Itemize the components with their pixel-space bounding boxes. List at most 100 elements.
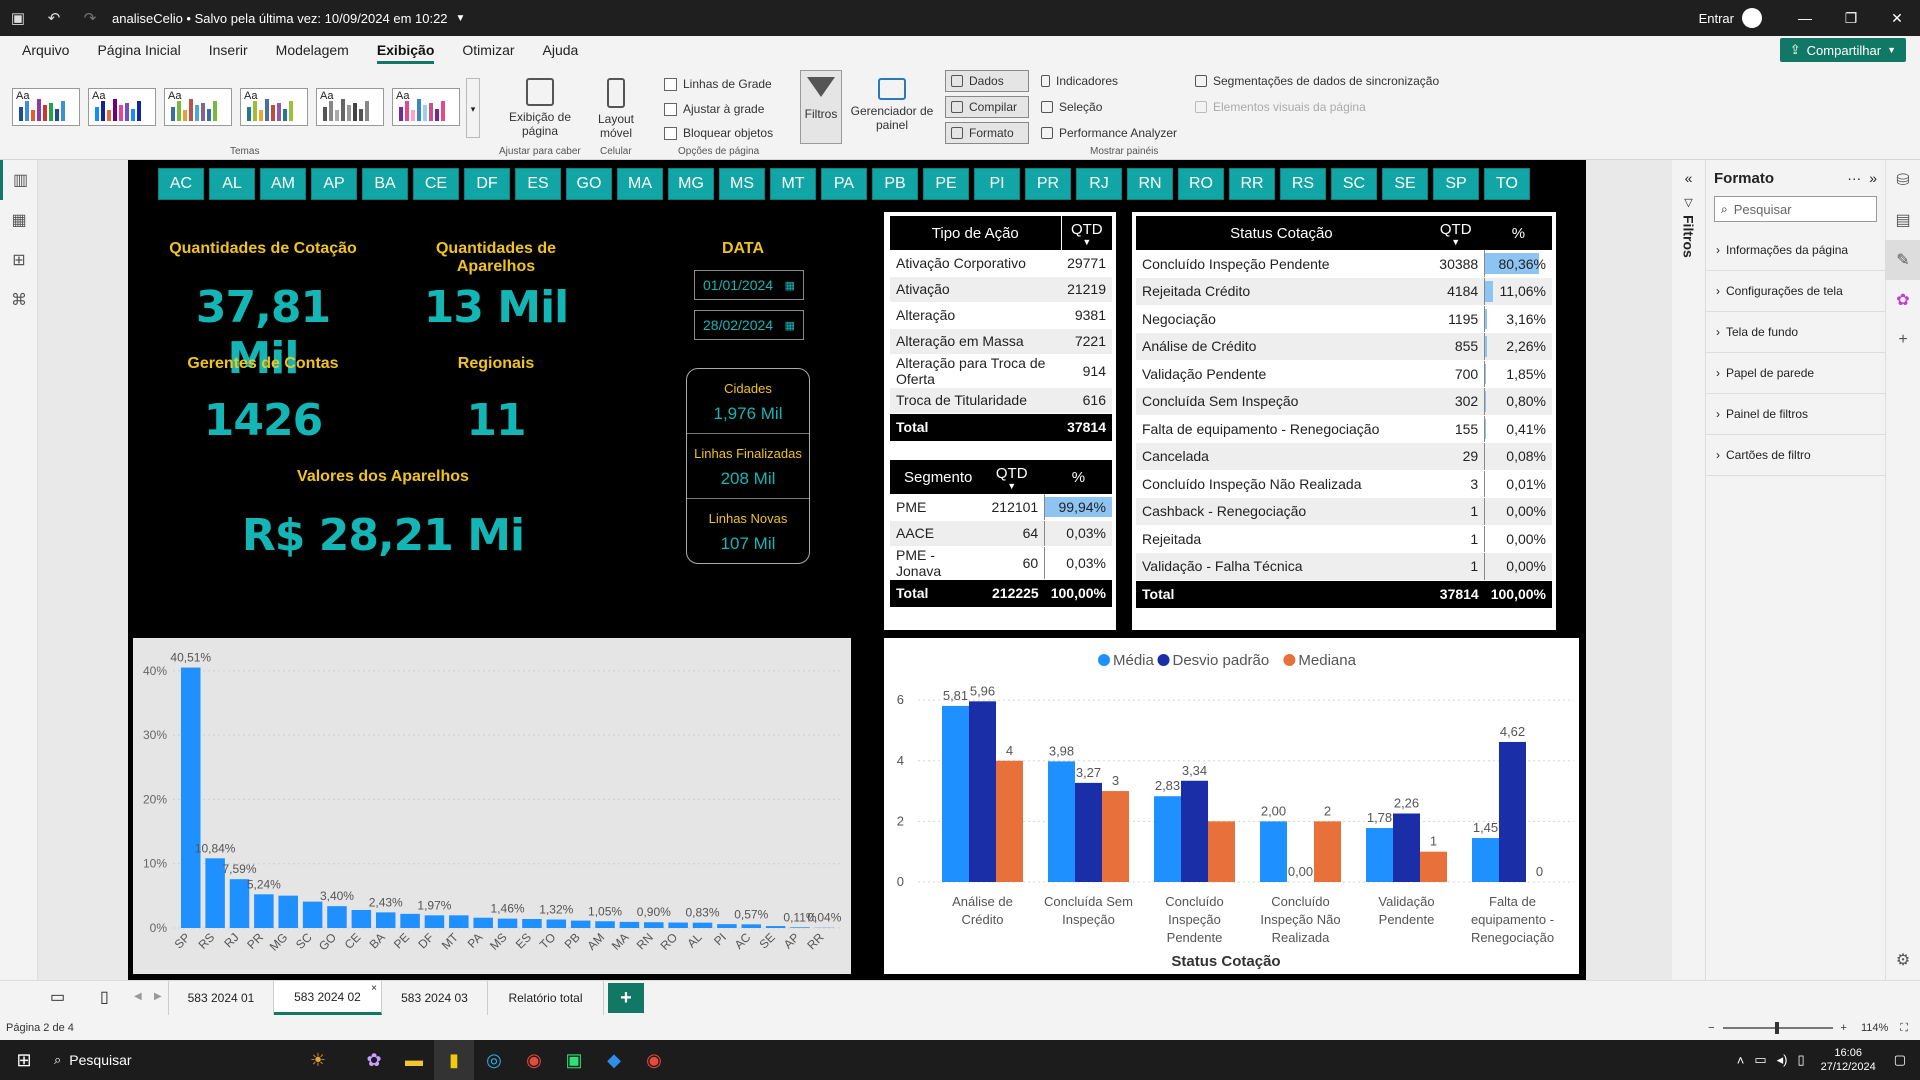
close-button[interactable]: ✕ bbox=[1874, 0, 1920, 36]
bar[interactable] bbox=[546, 919, 567, 928]
theme-thumbnail[interactable]: Aa bbox=[164, 88, 232, 126]
table-row[interactable]: Ativação Corporativo 29771 bbox=[890, 250, 1112, 277]
bar[interactable] bbox=[302, 901, 323, 928]
add-page-button[interactable]: + bbox=[608, 983, 644, 1013]
table-row[interactable]: Falta de equipamento - Renegociação 155 0,… bbox=[1136, 415, 1552, 443]
state-button-pe[interactable]: PE bbox=[923, 168, 969, 200]
end-date-input[interactable]: 28/02/2024 ▦ bbox=[694, 310, 804, 340]
bar[interactable] bbox=[1314, 821, 1341, 882]
chrome-icon[interactable]: ◉ bbox=[514, 1040, 554, 1080]
page-tab-active[interactable]: 583 2024 02 × bbox=[274, 981, 382, 1015]
state-button-rr[interactable]: RR bbox=[1229, 168, 1275, 200]
model-view-icon[interactable]: ⊞ bbox=[0, 240, 38, 280]
legend-label[interactable]: Mediana bbox=[1298, 652, 1356, 669]
bar[interactable] bbox=[351, 910, 372, 928]
bar[interactable] bbox=[619, 921, 640, 928]
calendar-widget-icon[interactable]: ☀ bbox=[298, 1040, 338, 1080]
state-button-rj[interactable]: RJ bbox=[1076, 168, 1122, 200]
bar[interactable] bbox=[1499, 741, 1526, 882]
bar[interactable] bbox=[790, 927, 810, 928]
status-header-qtd[interactable]: QTD ▼ bbox=[1426, 216, 1485, 250]
state-button-mt[interactable]: MT bbox=[770, 168, 816, 200]
dax-query-icon[interactable]: ⌘ bbox=[0, 280, 38, 320]
table-row[interactable]: Análise de Crédito 855 2,26% bbox=[1136, 332, 1552, 361]
menu-arquivo[interactable]: Arquivo bbox=[8, 36, 83, 64]
start-date-input[interactable]: 01/01/2024 ▦ bbox=[694, 270, 804, 300]
copilot-taskbar-icon[interactable]: ✿ bbox=[354, 1040, 394, 1080]
format-section[interactable]: › Painel de filtros bbox=[1706, 394, 1885, 435]
state-button-sp[interactable]: SP bbox=[1433, 168, 1479, 200]
table-row[interactable]: Concluída Sem Inspeção 302 0,80% bbox=[1136, 387, 1552, 416]
desktop-layout-icon[interactable]: ▭ bbox=[50, 987, 65, 1007]
bookmarks-button[interactable]: Indicadores bbox=[1036, 70, 1123, 92]
chevron-down-icon[interactable]: ▼ bbox=[456, 13, 466, 24]
bar[interactable] bbox=[644, 922, 664, 928]
bar[interactable] bbox=[969, 701, 996, 882]
state-button-ap[interactable]: AP bbox=[311, 168, 357, 200]
pycharm-icon[interactable]: ▣ bbox=[554, 1040, 594, 1080]
table-row[interactable]: Troca de Titularidade 616 bbox=[890, 387, 1112, 414]
menu-modelagem[interactable]: Modelagem bbox=[262, 36, 363, 64]
table-row[interactable]: Concluído Inspeção Pendente 30388 80,36% bbox=[1136, 250, 1552, 278]
bar[interactable] bbox=[942, 705, 969, 882]
mobile-layout-button[interactable]: Layout móvel bbox=[592, 78, 640, 140]
bar[interactable] bbox=[765, 926, 786, 928]
zoom-thumb[interactable] bbox=[1774, 1022, 1779, 1034]
state-button-pa[interactable]: PA bbox=[821, 168, 867, 200]
page-tab[interactable]: 583 2024 01 bbox=[168, 981, 274, 1015]
bar[interactable] bbox=[1472, 838, 1499, 882]
zoom-out-icon[interactable]: − bbox=[1708, 1022, 1714, 1034]
data-pane-button[interactable]: Dados bbox=[945, 70, 1029, 92]
bar[interactable] bbox=[327, 906, 347, 928]
table-row[interactable]: Alteração 9381 bbox=[890, 302, 1112, 329]
table-row[interactable]: Validação - Falha Técnica 1 0,00% bbox=[1136, 552, 1552, 581]
theme-thumbnail[interactable]: Aa bbox=[240, 88, 308, 126]
state-button-ac[interactable]: AC bbox=[158, 168, 204, 200]
page-tab[interactable]: 583 2024 03 bbox=[382, 981, 488, 1015]
zoom-value[interactable]: 114% bbox=[1861, 1022, 1888, 1034]
panel-manager-button[interactable]: Gerenciador de painel bbox=[848, 78, 936, 132]
mobile-layout-icon[interactable]: ▯ bbox=[100, 987, 109, 1007]
bar[interactable] bbox=[1102, 791, 1129, 882]
state-button-sc[interactable]: SC bbox=[1331, 168, 1377, 200]
bar[interactable] bbox=[181, 667, 201, 928]
table-row[interactable]: PME 212101 99,94% bbox=[890, 494, 1112, 521]
table-row[interactable]: Concluído Inspeção Não Realizada 3 0,01% bbox=[1136, 470, 1552, 498]
menu-inserir[interactable]: Inserir bbox=[195, 36, 262, 64]
bar[interactable] bbox=[570, 920, 591, 928]
bar[interactable] bbox=[497, 918, 518, 928]
expand-icon[interactable]: « bbox=[1672, 170, 1705, 186]
table-row[interactable]: Alteração para Troca de Oferta 914 bbox=[890, 354, 1112, 388]
state-button-pb[interactable]: PB bbox=[872, 168, 918, 200]
fit-page-icon[interactable]: ⛶ bbox=[1900, 1022, 1908, 1035]
table-row[interactable]: Ativação 21219 bbox=[890, 276, 1112, 303]
restore-button[interactable]: ❐ bbox=[1828, 0, 1874, 36]
bar[interactable] bbox=[375, 912, 396, 928]
menu-exibicao[interactable]: Exibição bbox=[363, 36, 449, 64]
bar[interactable] bbox=[1260, 821, 1287, 882]
theme-thumbnail[interactable]: Aa bbox=[316, 88, 384, 126]
copilot-icon[interactable]: ✿ bbox=[1886, 280, 1920, 320]
bar[interactable] bbox=[522, 919, 542, 928]
bar[interactable] bbox=[400, 913, 420, 928]
state-button-rn[interactable]: RN bbox=[1127, 168, 1173, 200]
bar[interactable] bbox=[1154, 796, 1181, 882]
account-icon[interactable] bbox=[1742, 8, 1762, 28]
state-button-pi[interactable]: PI bbox=[974, 168, 1020, 200]
vscode-icon[interactable]: ◆ bbox=[594, 1040, 634, 1080]
state-button-es[interactable]: ES bbox=[515, 168, 561, 200]
bar[interactable] bbox=[692, 922, 713, 928]
status-header-name[interactable]: Status Cotação bbox=[1136, 216, 1427, 250]
format-search-input[interactable]: ⌕ Pesquisar bbox=[1714, 196, 1877, 222]
settings-icon[interactable]: ⚙ bbox=[1886, 940, 1920, 980]
legend-label[interactable]: Média bbox=[1113, 652, 1155, 669]
data-pane-icon[interactable]: ⛁ bbox=[1886, 160, 1920, 200]
calendar-icon[interactable]: ▦ bbox=[785, 279, 795, 292]
state-button-pr[interactable]: PR bbox=[1025, 168, 1071, 200]
bar[interactable] bbox=[1393, 813, 1420, 882]
edge-icon[interactable]: ◎ bbox=[474, 1040, 514, 1080]
menu-otimizar[interactable]: Otimizar bbox=[448, 36, 528, 64]
bar[interactable] bbox=[741, 924, 762, 928]
state-button-go[interactable]: GO bbox=[566, 168, 612, 200]
share-button[interactable]: ⇪ Compartilhar ▼ bbox=[1779, 38, 1906, 62]
